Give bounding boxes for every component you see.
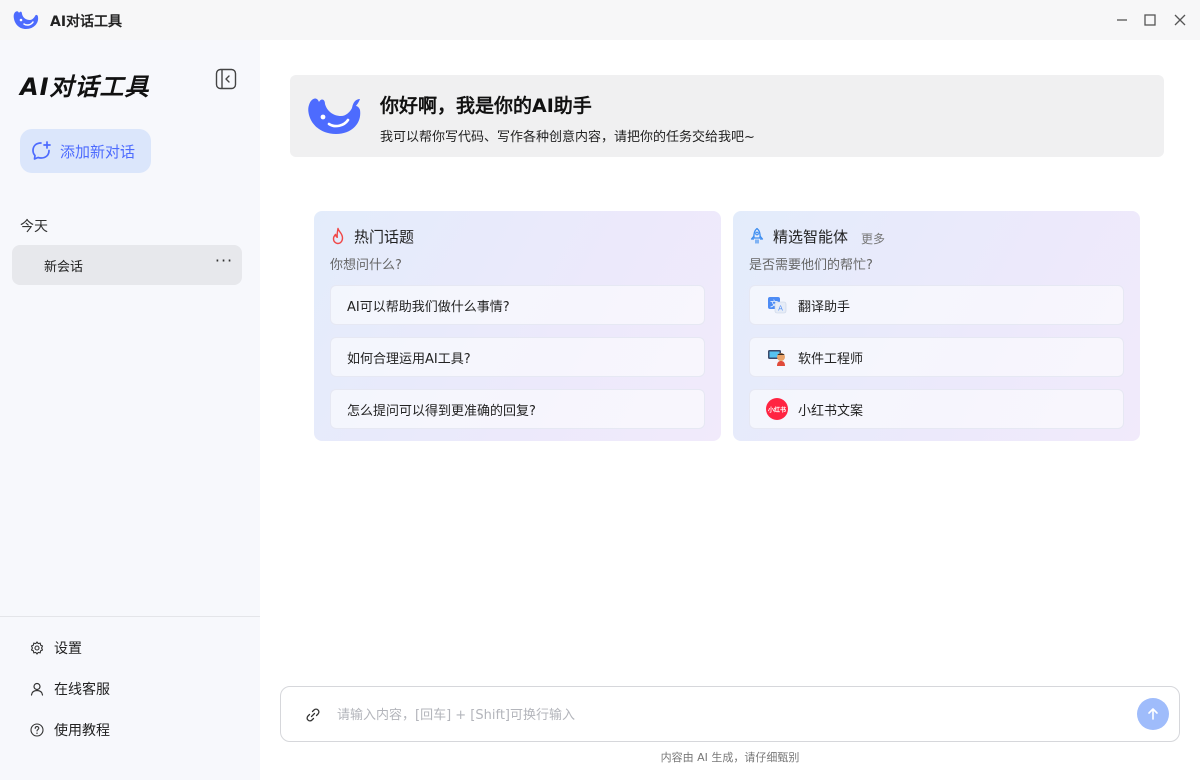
agent-item-engineer[interactable]: 软件工程师 xyxy=(749,337,1124,377)
featured-agents-subtitle: 是否需要他们的帮忙? xyxy=(749,258,873,273)
close-button[interactable] xyxy=(1170,10,1190,30)
agent-item-label: 翻译助手 xyxy=(798,299,851,315)
hot-topic-item[interactable]: 如何合理运用AI工具? xyxy=(330,337,705,377)
ai-disclaimer: 内容由 AI 生成，请仔细甄别 xyxy=(660,751,800,764)
agent-item-label: 小红书文案 xyxy=(798,403,864,419)
fire-icon xyxy=(332,227,344,245)
welcome-subtitle: 我可以帮你写代码、写作各种创意内容，请把你的任务交给我吧~ xyxy=(380,130,755,145)
sidebar: AI对话工具 添加新对话 今天 新会话 ··· 设置 在线客服 使用教程 xyxy=(0,40,260,780)
chat-input-box xyxy=(280,686,1180,742)
hot-topic-text: AI可以帮助我们做什么事情? xyxy=(347,299,510,315)
hot-topics-card: 热门话题 你想问什么? AI可以帮助我们做什么事情? 如何合理运用AI工具? 怎… xyxy=(314,211,721,441)
translate-icon: 文 A xyxy=(766,294,788,316)
collapse-sidebar-icon[interactable] xyxy=(215,68,237,90)
hot-topic-item[interactable]: 怎么提问可以得到更准确的回复? xyxy=(330,389,705,429)
minimize-icon xyxy=(1117,19,1127,21)
arrow-up-icon xyxy=(1148,708,1158,720)
whale-mascot-icon xyxy=(308,98,361,134)
session-more-icon[interactable]: ··· xyxy=(214,253,234,273)
window-title: AI对话工具 xyxy=(50,14,123,30)
whale-logo-icon xyxy=(13,11,39,29)
rocket-icon xyxy=(750,227,764,244)
send-button[interactable] xyxy=(1137,698,1169,730)
agent-item-label: 软件工程师 xyxy=(798,351,864,367)
new-chat-icon xyxy=(32,141,51,160)
sidebar-item-online-service-label: 在线客服 xyxy=(54,682,110,698)
maximize-icon xyxy=(1144,14,1156,26)
sidebar-item-tutorial-label: 使用教程 xyxy=(54,723,110,739)
add-new-chat-button[interactable]: 添加新对话 xyxy=(20,129,151,173)
hot-topic-item[interactable]: AI可以帮助我们做什么事情? xyxy=(330,285,705,325)
help-icon xyxy=(30,723,44,737)
hot-topics-subtitle: 你想问什么? xyxy=(330,258,402,273)
gear-icon xyxy=(30,641,44,655)
sidebar-item-settings-label: 设置 xyxy=(54,641,82,657)
main-area: 你好啊，我是你的AI助手 我可以帮你写代码、写作各种创意内容，请把你的任务交给我… xyxy=(260,40,1200,780)
engineer-icon xyxy=(766,346,788,368)
add-new-chat-label: 添加新对话 xyxy=(60,143,136,161)
agent-item-translate[interactable]: 文 A 翻译助手 xyxy=(749,285,1124,325)
featured-agents-title: 精选智能体 xyxy=(773,228,849,246)
minimize-button[interactable] xyxy=(1112,10,1132,30)
title-bar: AI对话工具 xyxy=(0,0,1200,40)
welcome-banner: 你好啊，我是你的AI助手 我可以帮你写代码、写作各种创意内容，请把你的任务交给我… xyxy=(290,75,1164,157)
chat-input[interactable] xyxy=(337,703,1117,727)
sidebar-item-tutorial[interactable]: 使用教程 xyxy=(30,719,110,741)
hot-topics-title: 热门话题 xyxy=(354,228,415,246)
link-icon[interactable] xyxy=(305,707,321,723)
section-label-today: 今天 xyxy=(20,219,48,235)
agent-item-xiaohongshu[interactable]: 小红书 小红书文案 xyxy=(749,389,1124,429)
user-icon xyxy=(30,682,44,696)
session-item[interactable]: 新会话 ··· xyxy=(12,245,242,285)
hot-topic-text: 怎么提问可以得到更准确的回复? xyxy=(347,403,536,419)
sidebar-brand-title: AI对话工具 xyxy=(20,73,150,101)
close-icon xyxy=(1174,14,1186,26)
agents-more-link[interactable]: 更多 xyxy=(861,230,885,247)
xiaohongshu-icon-text: 小红书 xyxy=(767,406,786,414)
featured-agents-card: 精选智能体 更多 是否需要他们的帮忙? 文 A 翻译助手 软件工程师 小红书 小… xyxy=(733,211,1140,441)
sidebar-item-online-service[interactable]: 在线客服 xyxy=(30,678,110,700)
welcome-title: 你好啊，我是你的AI助手 xyxy=(380,95,592,117)
hot-topic-text: 如何合理运用AI工具? xyxy=(347,351,471,367)
xiaohongshu-icon: 小红书 xyxy=(766,398,788,420)
maximize-button[interactable] xyxy=(1140,10,1160,30)
svg-text:A: A xyxy=(778,305,783,313)
sidebar-item-settings[interactable]: 设置 xyxy=(30,637,82,659)
session-item-label: 新会话 xyxy=(44,260,84,275)
sidebar-divider xyxy=(0,616,260,617)
